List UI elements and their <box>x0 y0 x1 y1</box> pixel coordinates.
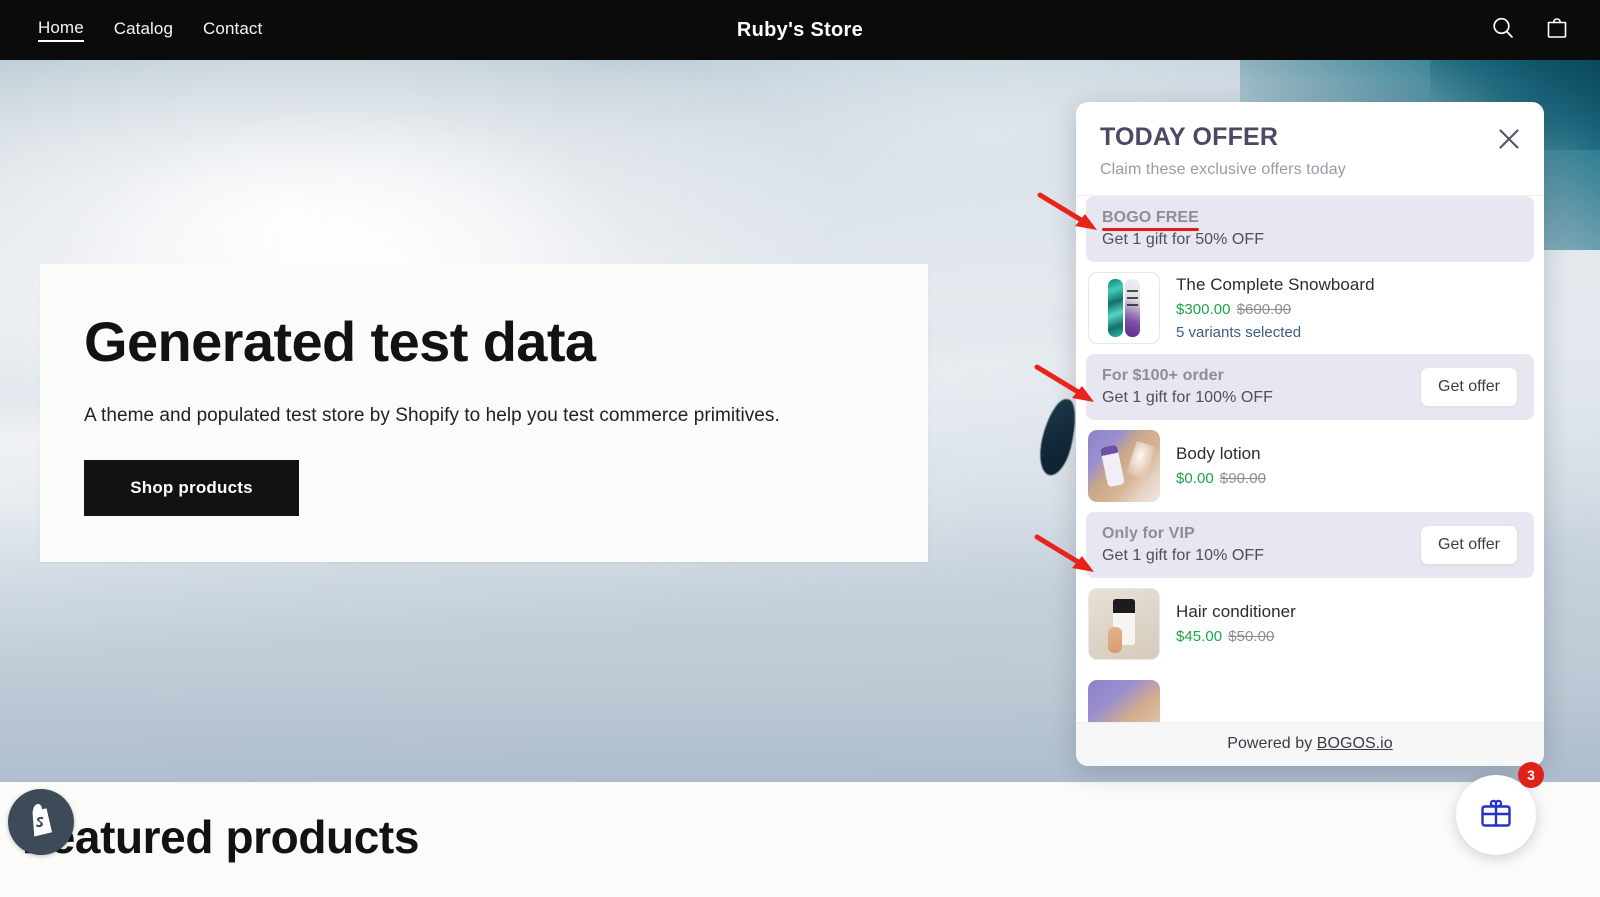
search-icon[interactable] <box>1490 15 1516 46</box>
body-lotion-thumbnail-art <box>1088 429 1160 502</box>
powered-by-label: Powered by <box>1227 735 1317 752</box>
hair-conditioner-thumbnail-art <box>1089 588 1159 659</box>
body-lotion-thumbnail[interactable] <box>1088 429 1160 502</box>
hero-subheading: A theme and populated test store by Shop… <box>84 405 780 426</box>
offer-row-text: BOGO FREE Get 1 gift for 50% OFF <box>1102 209 1264 249</box>
snowboard-thumbnail-art <box>1089 272 1159 343</box>
featured-products-section: Featured products <box>0 782 1600 897</box>
close-icon[interactable] <box>1496 126 1522 152</box>
offer-row-only-for-vip[interactable]: Only for VIP Get 1 gift for 10% OFF Get … <box>1086 511 1534 578</box>
offer-row-bogo-free[interactable]: BOGO FREE Get 1 gift for 50% OFF <box>1086 195 1534 262</box>
top-navigation-bar: Home Catalog Contact Ruby's Store <box>0 0 1600 60</box>
today-offer-panel: TODAY OFFER Claim these exclusive offers… <box>1076 102 1544 766</box>
bogos-link[interactable]: BOGOS.io <box>1317 735 1393 752</box>
snowboard-thumbnail[interactable] <box>1088 271 1160 344</box>
price-current: $300.00 <box>1176 300 1231 318</box>
price-compare: $600.00 <box>1236 300 1292 318</box>
price-line: $45.00 $50.00 <box>1176 628 1296 645</box>
variant-selection-note[interactable]: 5 variants selected <box>1176 324 1375 341</box>
offer-panel-title: TODAY OFFER <box>1100 123 1279 151</box>
shopping-bag-icon[interactable] <box>1544 15 1570 46</box>
get-offer-button[interactable]: Get offer <box>1420 524 1518 565</box>
shop-products-button[interactable]: Shop products <box>84 460 299 516</box>
shopify-badge[interactable] <box>8 789 74 855</box>
offer-panel-footer: Powered by BOGOS.io <box>1076 722 1544 766</box>
get-offer-button[interactable]: Get offer <box>1420 366 1518 407</box>
price-compare: $90.00 <box>1219 470 1266 487</box>
product-title: Body lotion <box>1176 444 1261 463</box>
nav-links: Home Catalog Contact <box>38 19 262 42</box>
nav-link-catalog[interactable]: Catalog <box>114 20 173 41</box>
product-info: Body lotion $0.00 $90.00 <box>1176 444 1266 487</box>
gift-badge-count: 3 <box>1518 762 1544 788</box>
nav-link-home[interactable]: Home <box>38 19 84 42</box>
offer-row-text: For $100+ order Get 1 gift for 100% OFF <box>1102 367 1273 407</box>
product-title: Hair conditioner <box>1176 602 1296 621</box>
price-current: $0.00 <box>1176 470 1214 487</box>
product-row-hair-conditioner[interactable]: Hair conditioner $45.00 $50.00 <box>1076 578 1544 670</box>
offer-panel-header: TODAY OFFER Claim these exclusive offers… <box>1076 102 1544 195</box>
offer-panel-subtitle: Claim these exclusive offers today <box>1100 160 1346 178</box>
offer-panel-list[interactable]: BOGO FREE Get 1 gift for 50% OFF The Com… <box>1076 194 1544 722</box>
offer-description: Get 1 gift for 10% OFF <box>1102 546 1265 564</box>
gift-launcher-button[interactable] <box>1456 775 1536 855</box>
product-info: Hair conditioner $45.00 $50.00 <box>1176 602 1296 645</box>
product-info: The Complete Snowboard $300.00 $600.00 5 … <box>1176 275 1375 341</box>
product-row-partial[interactable] <box>1076 670 1544 722</box>
offer-row-100-plus-order[interactable]: For $100+ order Get 1 gift for 100% OFF … <box>1086 353 1534 420</box>
page-root: Home Catalog Contact Ruby's Store Genera… <box>0 0 1600 897</box>
product-title: The Complete Snowboard <box>1176 274 1375 294</box>
shopify-bag-icon <box>23 801 59 844</box>
partial-product-thumbnail[interactable] <box>1088 679 1160 722</box>
featured-products-heading: Featured products <box>22 811 420 863</box>
hair-conditioner-thumbnail[interactable] <box>1088 587 1160 660</box>
product-row-body-lotion[interactable]: Body lotion $0.00 $90.00 <box>1076 420 1544 512</box>
offer-row-text: Only for VIP Get 1 gift for 10% OFF <box>1102 525 1264 565</box>
price-line: $0.00 $90.00 <box>1176 470 1266 487</box>
offer-name[interactable]: BOGO FREE <box>1102 209 1199 231</box>
snowboard-left-art <box>1108 278 1123 337</box>
gift-icon <box>1476 793 1516 838</box>
price-current: $45.00 <box>1176 628 1223 645</box>
nav-link-contact[interactable]: Contact <box>203 20 262 41</box>
price-compare: $50.00 <box>1228 628 1275 645</box>
offer-description: Get 1 gift for 50% OFF <box>1102 230 1265 248</box>
nav-icons <box>1490 15 1570 46</box>
page-title: Generated test data <box>84 310 596 373</box>
partial-product-thumbnail-art <box>1088 679 1160 722</box>
snowboard-right-art <box>1125 278 1140 337</box>
price-line: $300.00 $600.00 <box>1176 301 1375 318</box>
offer-description: Get 1 gift for 100% OFF <box>1102 388 1273 406</box>
hero-text-card: Generated test data A theme and populate… <box>40 264 928 562</box>
offer-name: Only for VIP <box>1102 524 1195 542</box>
product-row-complete-snowboard[interactable]: The Complete Snowboard $300.00 $600.00 5 … <box>1076 262 1544 354</box>
offer-name: For $100+ order <box>1102 366 1224 384</box>
